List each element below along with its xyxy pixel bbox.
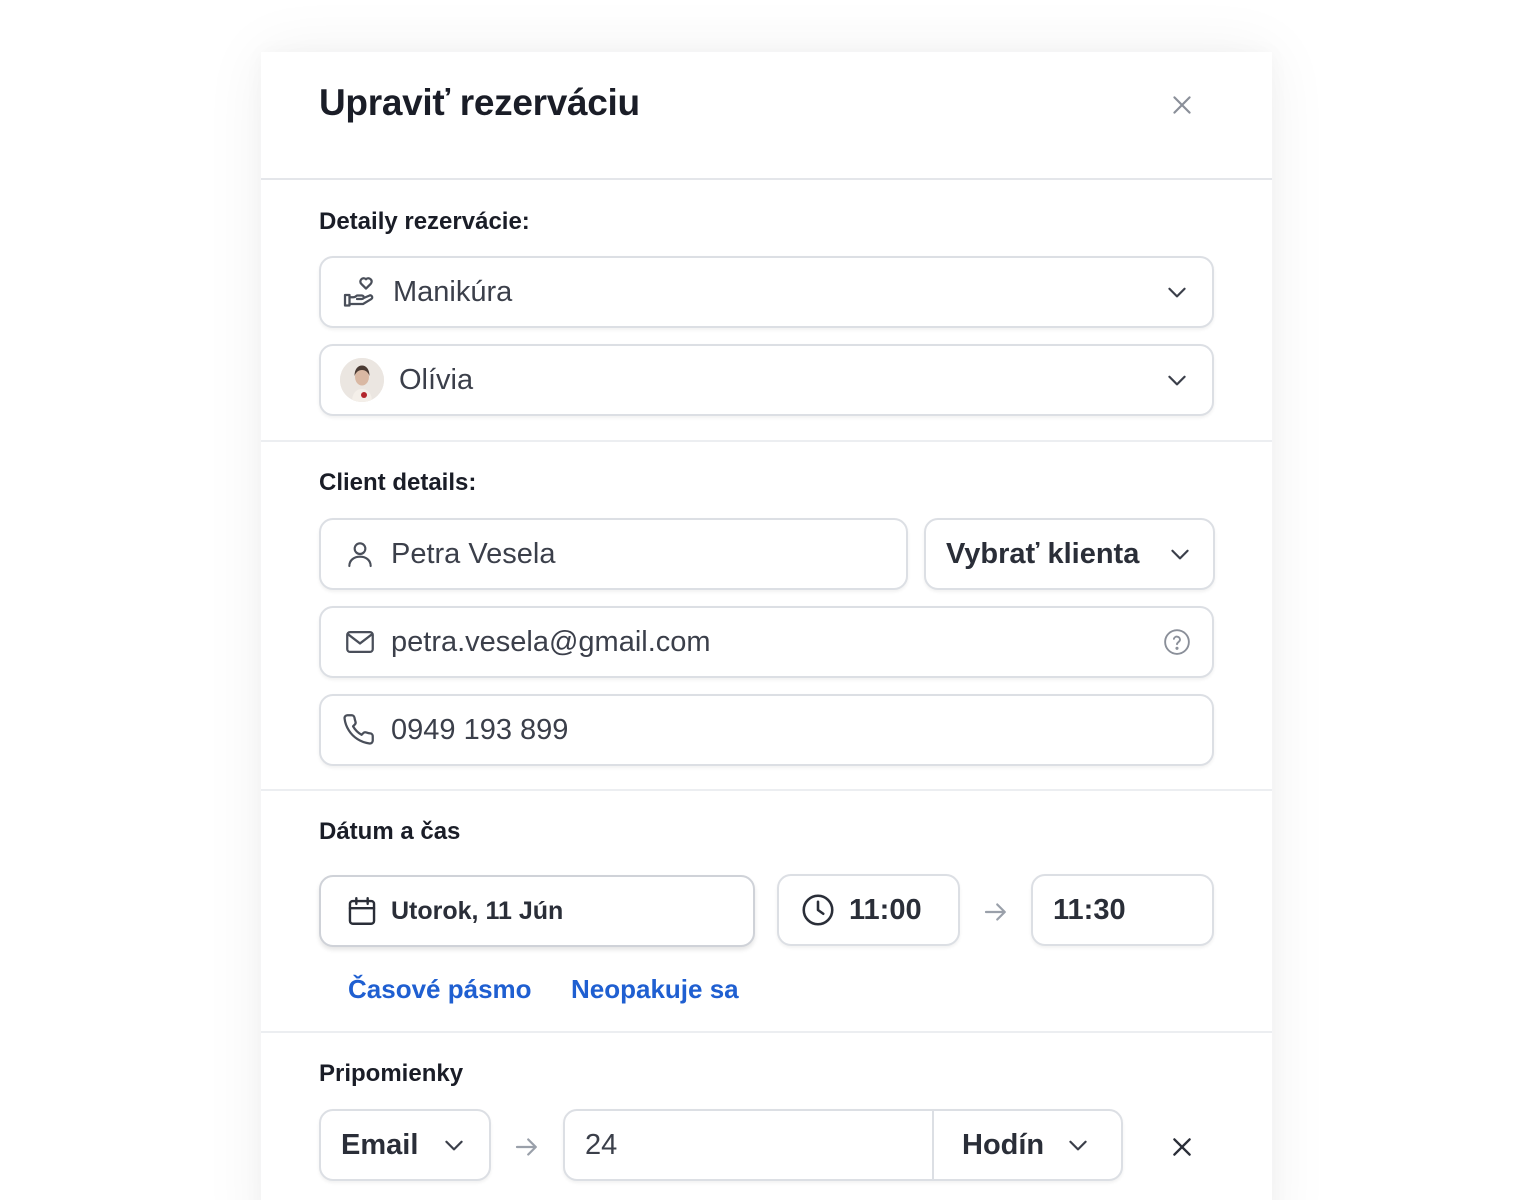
close-button[interactable]	[1165, 88, 1199, 122]
reminder-unit-select[interactable]: Hodín	[962, 1129, 1044, 1162]
help-circle-icon[interactable]	[1162, 627, 1192, 657]
modal-header: Upraviť rezerváciu	[261, 52, 1272, 180]
client-phone-input[interactable]: 0949 193 899	[319, 694, 1214, 766]
avatar-photo-icon	[340, 358, 384, 402]
booking-details-title: Detaily rezervácie:	[319, 208, 530, 235]
date-value: Utorok, 11 Jún	[391, 896, 564, 925]
repeat-link[interactable]: Neopakuje sa	[571, 974, 739, 1005]
reminder-channel-select[interactable]: Email	[319, 1109, 491, 1181]
service-value: Manikúra	[393, 275, 513, 308]
arrow-right-icon	[512, 1132, 542, 1162]
end-time-value: 11:30	[1053, 893, 1126, 926]
client-name-value: Petra Vesela	[391, 537, 556, 570]
service-hand-heart-icon	[341, 273, 379, 311]
start-time-picker[interactable]: 11:00	[777, 874, 960, 946]
select-client-dropdown[interactable]: Vybrať klienta	[924, 518, 1215, 590]
start-time-value: 11:00	[849, 893, 922, 926]
chevron-down-icon	[1164, 279, 1190, 305]
booking-details-section: Detaily rezervácie: Manikúra Olívia	[261, 180, 1272, 442]
reminder-amount-input[interactable]: 24	[585, 1129, 617, 1162]
edit-booking-modal: Upraviť rezerváciu Detaily rezervácie: M…	[261, 52, 1272, 1200]
avatar	[340, 358, 384, 402]
reminder-group-divider	[932, 1111, 934, 1179]
clock-icon	[799, 891, 837, 929]
datetime-section: Dátum a čas Utorok, 11 Jún 11:00 11:30 Č…	[261, 791, 1272, 1033]
service-select[interactable]: Manikúra	[319, 256, 1214, 328]
mail-icon	[341, 623, 379, 661]
timezone-link[interactable]: Časové pásmo	[348, 974, 532, 1005]
remove-reminder-button[interactable]	[1165, 1130, 1199, 1164]
client-email-value: petra.vesela@gmail.com	[391, 625, 711, 658]
reminders-section: Pripomienky Email 24 Hodín	[261, 1033, 1272, 1200]
user-icon	[341, 535, 379, 573]
date-picker[interactable]: Utorok, 11 Jún	[319, 875, 755, 947]
chevron-down-icon	[1065, 1132, 1091, 1158]
client-details-title: Client details:	[319, 469, 477, 496]
staff-select[interactable]: Olívia	[319, 344, 1214, 416]
client-details-section: Client details: Petra Vesela Vybrať klie…	[261, 442, 1272, 791]
reminders-title: Pripomienky	[319, 1060, 464, 1087]
select-client-label: Vybrať klienta	[946, 537, 1140, 570]
reminder-offset-group: 24 Hodín	[563, 1109, 1123, 1181]
arrow-right-icon	[981, 897, 1011, 927]
end-time-picker[interactable]: 11:30	[1031, 874, 1214, 946]
calendar-icon	[343, 892, 381, 930]
close-icon	[1173, 1138, 1191, 1156]
client-email-input[interactable]: petra.vesela@gmail.com	[319, 606, 1214, 678]
chevron-down-icon	[441, 1132, 467, 1158]
client-name-input[interactable]: Petra Vesela	[319, 518, 908, 590]
staff-avatar	[339, 357, 385, 403]
staff-value: Olívia	[399, 363, 474, 396]
reminder-channel-value: Email	[341, 1128, 419, 1161]
datetime-title: Dátum a čas	[319, 818, 461, 845]
close-icon	[1173, 96, 1191, 114]
modal-title: Upraviť rezerváciu	[319, 82, 640, 123]
client-phone-value: 0949 193 899	[391, 713, 569, 746]
chevron-down-icon	[1167, 541, 1193, 567]
phone-icon	[341, 711, 379, 749]
chevron-down-icon	[1164, 367, 1190, 393]
